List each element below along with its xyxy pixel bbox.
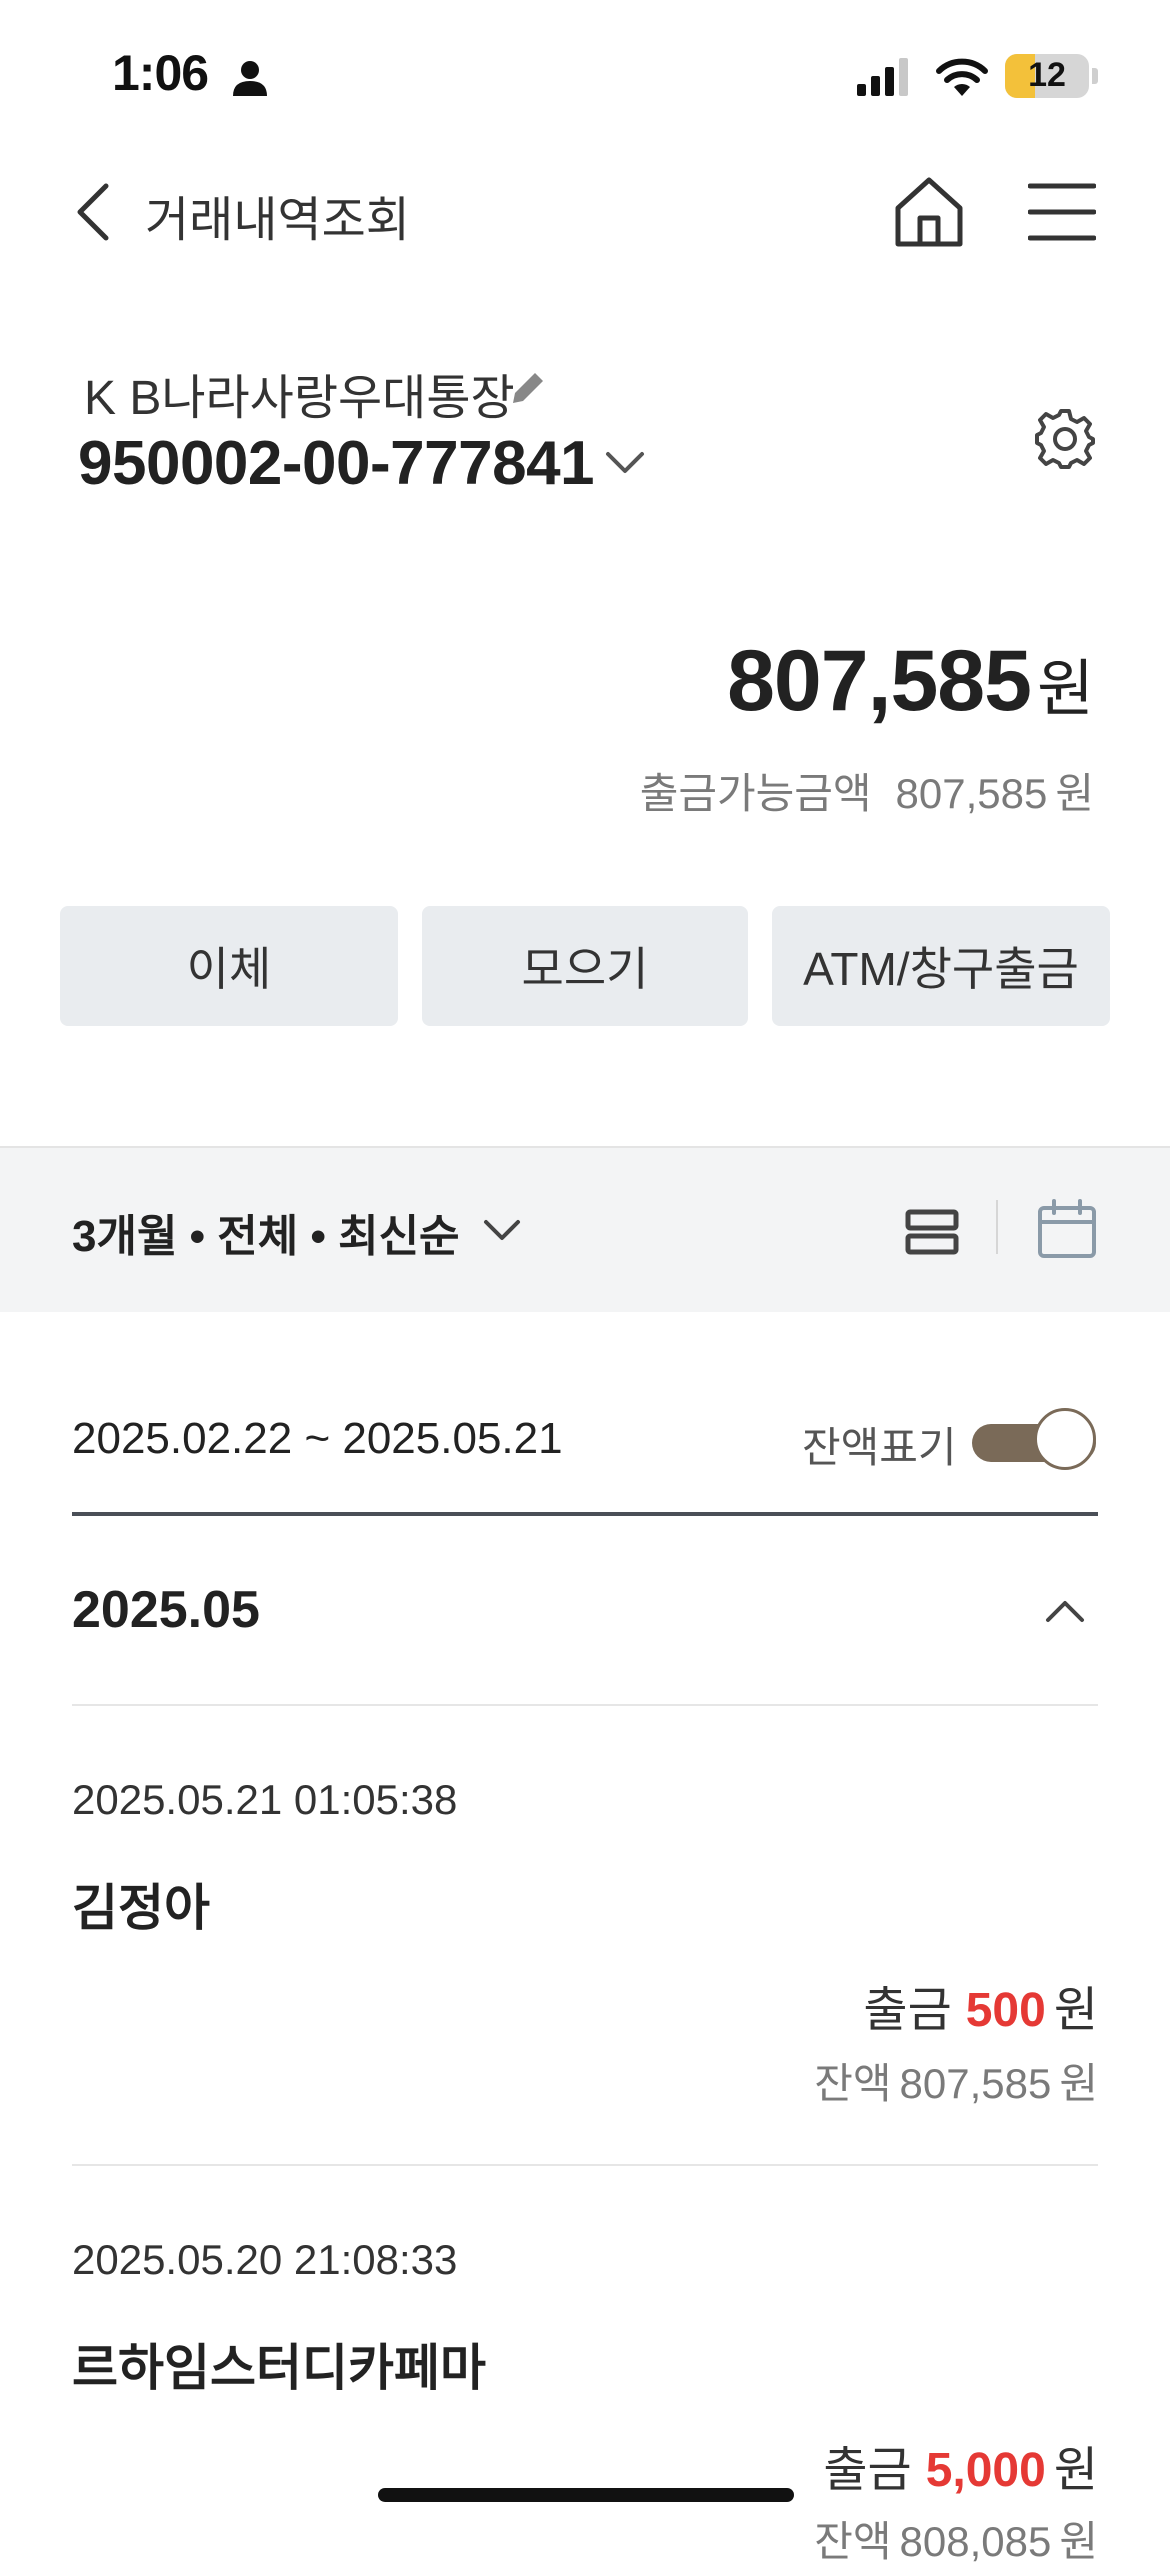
home-indicator	[378, 2488, 794, 2502]
transaction-datetime: 2025.05.20 21:08:33	[72, 2236, 458, 2283]
transaction-amount-row: 출금 500 원	[863, 1970, 1098, 2040]
menu-icon[interactable]	[1028, 180, 1096, 244]
balance: 807,585 원	[727, 632, 1094, 731]
person-icon	[233, 61, 267, 96]
month-divider	[72, 1704, 1098, 1706]
transaction-type: 출금	[863, 1984, 952, 2037]
balance-amount: 807,585	[727, 633, 1032, 729]
transfer-button[interactable]: 이체	[60, 906, 398, 1026]
transaction-amount: 5,000	[925, 2444, 1046, 2497]
battery-level: 12	[1028, 56, 1066, 94]
period-range: 2025.02.22 ~ 2025.05.21	[72, 1414, 563, 1463]
pencil-icon[interactable]	[505, 365, 551, 411]
transaction-name[interactable]: 김정아	[72, 1868, 210, 1940]
transaction-balance-unit: 원	[1059, 2060, 1098, 2107]
transaction-balance-row: 잔액 807,585 원	[814, 2050, 1098, 2111]
transaction-type: 출금	[823, 2444, 912, 2497]
collect-button[interactable]: 모으기	[422, 906, 748, 1026]
atm-withdrawal-button[interactable]: ATM/창구출금	[772, 906, 1110, 1026]
page-title: 거래내역조회	[145, 194, 410, 247]
battery-tip	[1092, 68, 1098, 84]
month-label: 2025.05	[72, 1581, 260, 1639]
transaction-balance-unit: 원	[1059, 2518, 1098, 2565]
transaction-balance-label: 잔액	[814, 2518, 892, 2565]
list-view-icon[interactable]	[904, 1204, 960, 1260]
transaction-balance-label: 잔액	[814, 2060, 892, 2107]
wifi-icon	[936, 58, 988, 96]
gear-icon[interactable]	[1034, 408, 1096, 470]
account-name: K B나라사랑우대통장	[84, 372, 515, 425]
filter-selector[interactable]: 3개월 • 전체 • 최신순	[72, 1200, 460, 1264]
transaction-datetime: 2025.05.21 01:05:38	[72, 1776, 458, 1823]
transaction-unit: 원	[1053, 1984, 1098, 2037]
transaction-name[interactable]: 르하임스터디카페마	[72, 2328, 486, 2400]
transaction-balance: 808,085	[899, 2518, 1052, 2565]
available-amount: 807,585	[895, 770, 1048, 817]
calendar-icon[interactable]	[1036, 1198, 1098, 1260]
balance-toggle-label: 잔액표기	[802, 1424, 957, 1471]
transaction-amount: 500	[965, 1984, 1046, 2037]
divider	[996, 1200, 998, 1254]
available-unit: 원	[1055, 770, 1094, 817]
transaction-divider	[72, 2164, 1098, 2166]
balance-toggle-knob[interactable]	[1034, 1408, 1096, 1470]
transaction-balance-row: 잔액 808,085 원	[814, 2508, 1098, 2569]
home-icon[interactable]	[890, 172, 968, 250]
balance-unit: 원	[1036, 655, 1094, 724]
transaction-unit: 원	[1053, 2444, 1098, 2497]
chevron-down-icon[interactable]	[602, 440, 648, 486]
chevron-up-icon[interactable]	[1040, 1586, 1090, 1636]
transaction-amount-row: 출금 5,000 원	[823, 2430, 1098, 2500]
chevron-down-icon[interactable]	[480, 1208, 524, 1252]
transaction-balance: 807,585	[899, 2060, 1052, 2107]
account-number[interactable]: 950002-00-777841	[78, 428, 595, 499]
back-icon[interactable]	[70, 180, 120, 244]
available-label: 출금가능금액	[639, 770, 872, 817]
status-time: 1:06	[112, 45, 209, 101]
available-amount-row: 출금가능금액 807,585 원	[640, 760, 1094, 821]
period-divider	[72, 1512, 1098, 1516]
signal-icon	[857, 58, 908, 96]
